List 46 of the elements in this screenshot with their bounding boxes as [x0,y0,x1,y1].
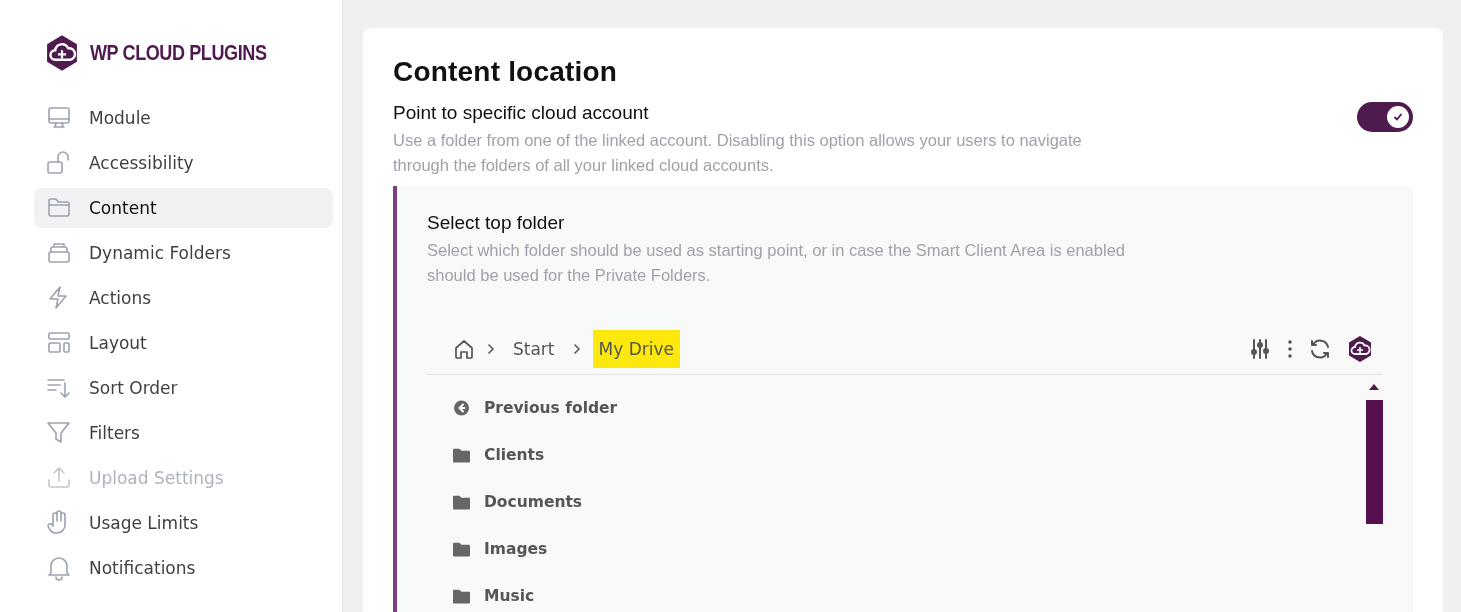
upload-icon [46,465,72,491]
cloud-logo-icon [1347,335,1373,363]
file-entry[interactable]: Music [453,583,618,609]
section-title: Content location [393,56,619,88]
more-icon [1287,338,1293,360]
breadcrumb-link[interactable]: Start [507,330,561,368]
file-entry[interactable]: Previous folder [453,395,618,421]
sidebar-item[interactable]: Notifications [34,548,333,588]
file-entry[interactable]: Clients [453,442,618,468]
file-entry[interactable]: Images [453,536,618,562]
sidebar-item[interactable]: Actions [34,278,333,318]
sidebar-item[interactable]: Module [34,98,333,138]
padlock-icon [46,150,72,176]
logo-icon [44,34,80,72]
scrollbar-thumb[interactable] [1365,400,1383,524]
sliders-icon [1249,338,1271,360]
filter-icon [46,420,72,446]
sidebar-item[interactable]: Filters [34,413,333,453]
sidebar-item[interactable]: Layout [34,323,333,363]
check-icon [1392,111,1404,123]
toggle-switch[interactable] [1357,102,1413,132]
option-description: Use a folder from one of the linked account. Disabling this option allows your users to navigate through the folders of all your linked cloud accounts. [393,130,1083,176]
sidebar-item[interactable]: Accessibility [34,143,333,183]
breadcrumb-link[interactable]: My Drive [592,330,680,368]
brand-name: WP CLOUD PLUGINS [90,40,267,66]
subsection-title: Select top folder [427,212,566,234]
sidebar-item[interactable]: Usage Limits [34,503,333,543]
home-icon [453,338,475,360]
folder-icon [453,541,470,557]
stack-icon [46,240,72,266]
sidebar-item[interactable]: Sort Order [34,368,333,408]
sidebar-item[interactable]: Content [34,188,333,228]
scroll-up-arrow[interactable] [1369,384,1379,390]
subsection-description: Select which folder should be used as starting point, or in case the Smart Client Area is enabled should be used for the Private Folders. [427,240,1126,286]
bell-icon [46,555,72,581]
sidebar-item[interactable]: Dynamic Folders [34,233,333,273]
option-label: Point to specific cloud account [393,102,650,124]
folder-icon [453,447,470,463]
refresh-icon [1309,338,1331,360]
folder-icon [453,494,470,510]
folder-icon [453,588,470,604]
chevron-icon [572,343,581,355]
monitor-icon [46,105,72,131]
layout-icon [46,330,72,356]
chevron-icon [487,343,495,355]
file-entry[interactable]: Documents [453,489,618,515]
